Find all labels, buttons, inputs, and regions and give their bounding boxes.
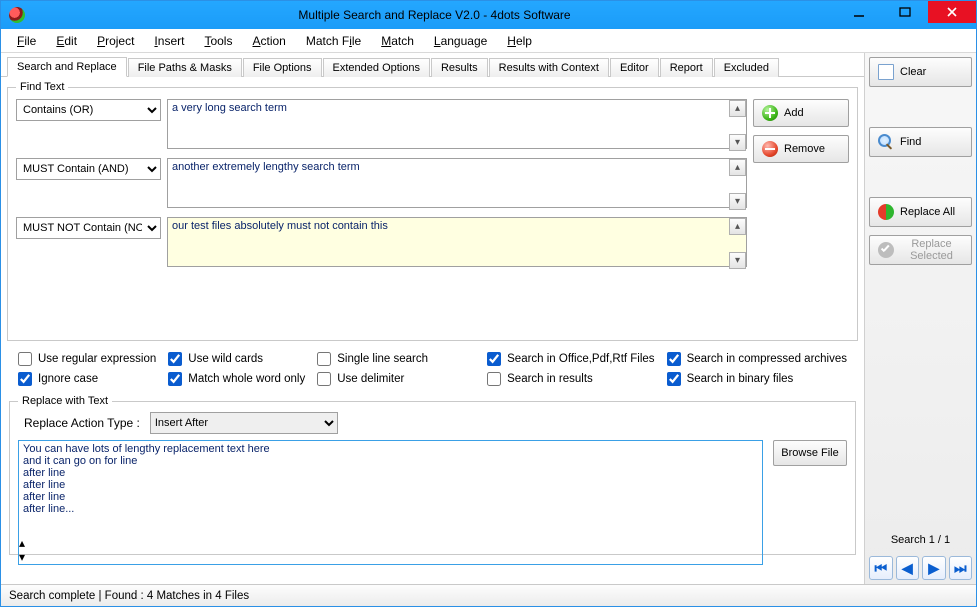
window-title: Multiple Search and Replace V2.0 - 4dots… [33, 8, 836, 22]
check-icon [878, 242, 894, 258]
find-text-group: Find Text Contains (OR) a very long sear… [7, 81, 858, 341]
find-text-input-1[interactable]: a very long search term [167, 99, 747, 149]
menu-help[interactable]: Help [497, 31, 542, 51]
menu-edit[interactable]: Edit [46, 31, 87, 51]
tab-file-paths-masks[interactable]: File Paths & Masks [128, 58, 242, 77]
chk-office-pdf-rtf[interactable]: Search in Office,Pdf,Rtf Files [487, 352, 654, 366]
chk-whole-word[interactable]: Match whole word only [168, 372, 305, 386]
window-close-button[interactable] [928, 1, 976, 23]
document-icon [878, 64, 894, 80]
chk-in-results[interactable]: Search in results [487, 372, 654, 386]
command-sidebar: Clear Find Replace All Replace Selected … [864, 53, 976, 584]
find-text-legend: Find Text [16, 81, 68, 93]
scroll-up-icon[interactable]: ▴ [729, 218, 746, 235]
app-icon [9, 7, 25, 23]
menu-action[interactable]: Action [242, 31, 295, 51]
nav-next-button[interactable]: ▶ [922, 556, 946, 580]
scroll-down-icon[interactable]: ▾ [729, 134, 746, 151]
replace-with-group: Replace with Text Replace Action Type : … [9, 395, 856, 555]
replace-with-legend: Replace with Text [18, 395, 112, 407]
replace-type-label: Replace Action Type : [24, 416, 140, 430]
tab-excluded[interactable]: Excluded [714, 58, 779, 77]
scroll-up-icon[interactable]: ▴ [19, 536, 762, 550]
window-maximize-button[interactable] [882, 1, 928, 23]
tab-report[interactable]: Report [660, 58, 713, 77]
chk-binary[interactable]: Search in binary files [667, 372, 847, 386]
status-text: Search complete | Found : 4 Matches in 4… [9, 590, 249, 602]
clear-label: Clear [900, 66, 926, 78]
tab-editor[interactable]: Editor [610, 58, 659, 77]
scroll-down-icon[interactable]: ▾ [19, 550, 762, 564]
menu-file[interactable]: File [7, 31, 46, 51]
menu-project[interactable]: Project [87, 31, 144, 51]
tab-strip: Search and Replace File Paths & Masks Fi… [1, 53, 864, 77]
menu-match[interactable]: Match [371, 31, 424, 51]
remove-term-button[interactable]: Remove [753, 135, 849, 163]
menu-insert[interactable]: Insert [144, 31, 194, 51]
tab-search-and-replace[interactable]: Search and Replace [7, 57, 127, 77]
menu-matchfile[interactable]: Match File [296, 31, 371, 51]
chk-single-line[interactable]: Single line search [317, 352, 428, 366]
menubar: File Edit Project Insert Tools Action Ma… [1, 29, 976, 53]
find-label: Find [900, 136, 921, 148]
replace-text-input[interactable]: You can have lots of lengthy replacement… [19, 441, 762, 533]
window-minimize-button[interactable] [836, 1, 882, 23]
remove-button-label: Remove [784, 143, 825, 155]
options-area: Use regular expression Use wild cards Si… [9, 345, 856, 393]
window-titlebar: Multiple Search and Replace V2.0 - 4dots… [1, 1, 976, 29]
replace-selected-label: Replace Selected [900, 238, 963, 262]
find-text-input-3[interactable]: our test files absolutely must not conta… [167, 217, 747, 267]
search-nav: ⏮ ◀ ▶ ⏭ [869, 556, 972, 580]
replace-all-button[interactable]: Replace All [869, 197, 972, 227]
plus-icon [762, 105, 778, 121]
match-mode-select-2[interactable]: MUST Contain (AND) [16, 158, 161, 180]
chk-delimiter[interactable]: Use delimiter [317, 372, 428, 386]
match-mode-select-1[interactable]: Contains (OR) [16, 99, 161, 121]
search-counter: Search 1 / 1 [869, 534, 972, 546]
find-text-input-2[interactable]: another extremely lengthy search term [167, 158, 747, 208]
chk-use-regex[interactable]: Use regular expression [18, 352, 156, 366]
tab-extended-options[interactable]: Extended Options [323, 58, 430, 77]
clear-button[interactable]: Clear [869, 57, 972, 87]
status-bar: Search complete | Found : 4 Matches in 4… [1, 584, 976, 606]
scroll-down-icon[interactable]: ▾ [729, 193, 746, 210]
add-term-button[interactable]: Add [753, 99, 849, 127]
replace-all-label: Replace All [900, 206, 955, 218]
scroll-up-icon[interactable]: ▴ [729, 100, 746, 117]
scroll-down-icon[interactable]: ▾ [729, 252, 746, 269]
swap-icon [878, 204, 894, 220]
minus-icon [762, 141, 778, 157]
nav-first-button[interactable]: ⏮ [869, 556, 893, 580]
tab-file-options[interactable]: File Options [243, 58, 322, 77]
browse-file-button[interactable]: Browse File [773, 440, 847, 466]
nav-last-button[interactable]: ⏭ [949, 556, 973, 580]
tab-results-context[interactable]: Results with Context [489, 58, 609, 77]
chk-ignore-case[interactable]: Ignore case [18, 372, 156, 386]
scroll-up-icon[interactable]: ▴ [729, 159, 746, 176]
nav-prev-button[interactable]: ◀ [896, 556, 920, 580]
tab-results[interactable]: Results [431, 58, 488, 77]
find-button[interactable]: Find [869, 127, 972, 157]
menu-language[interactable]: Language [424, 31, 497, 51]
match-mode-select-3[interactable]: MUST NOT Contain (NOT) [16, 217, 161, 239]
replace-selected-button[interactable]: Replace Selected [869, 235, 972, 265]
replace-type-select[interactable]: Insert After [150, 412, 338, 434]
menu-tools[interactable]: Tools [194, 31, 242, 51]
chk-compressed[interactable]: Search in compressed archives [667, 352, 847, 366]
magnifier-icon [878, 134, 894, 150]
chk-wild-cards[interactable]: Use wild cards [168, 352, 305, 366]
add-button-label: Add [784, 107, 804, 119]
